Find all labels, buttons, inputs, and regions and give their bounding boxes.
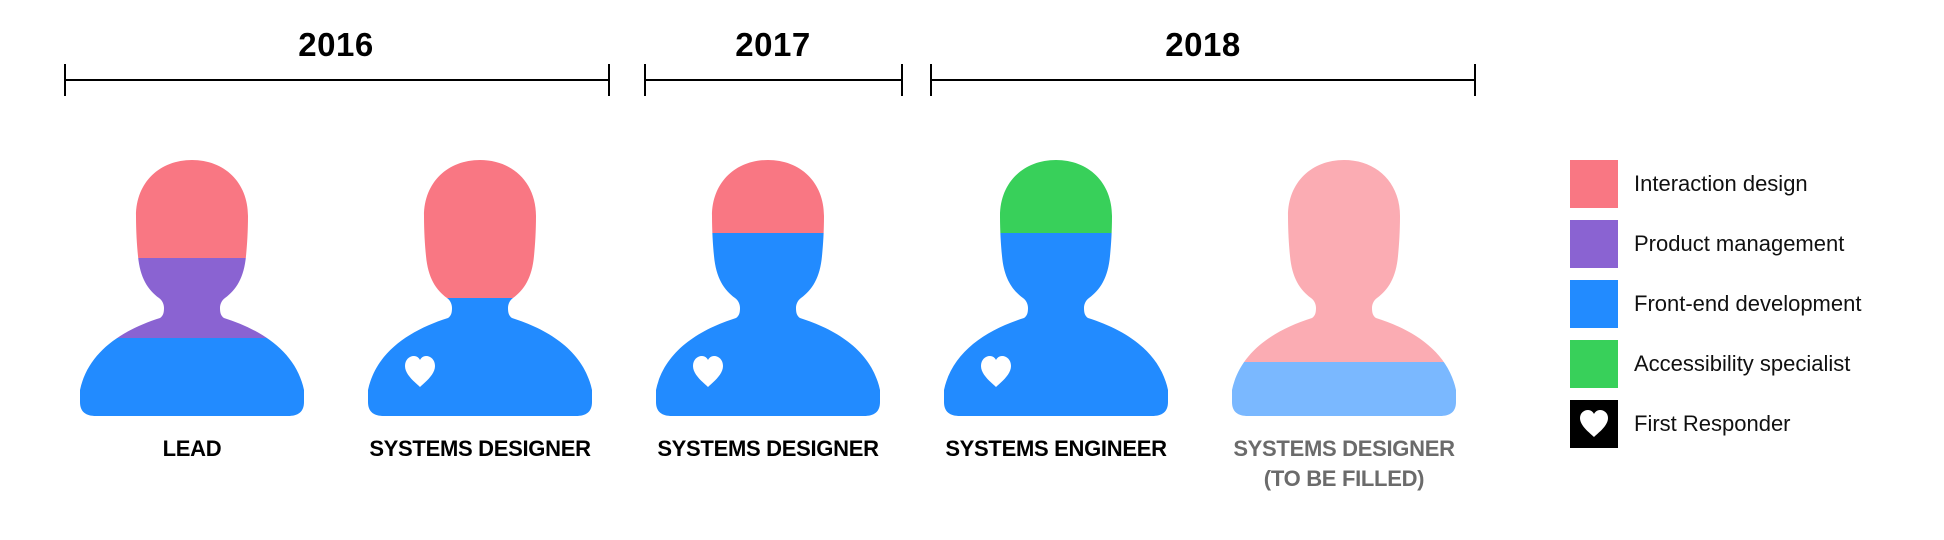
legend-swatch <box>1570 160 1618 208</box>
role-title: LEAD <box>162 436 222 461</box>
legend-item-front-end-development: Front-end development <box>1570 280 1861 328</box>
legend-label: First Responder <box>1634 411 1791 436</box>
legend-item-interaction-design: Interaction design <box>1570 160 1861 208</box>
role-label-systems-designer-2016: SYSTEMS DESIGNER <box>320 434 640 464</box>
legend-label: Accessibility specialist <box>1634 351 1851 376</box>
legend-swatch <box>1570 400 1618 448</box>
year-label-2017: 2017 <box>735 26 811 63</box>
team-member-systems-designer-2016 <box>360 150 600 420</box>
legend-swatch <box>1570 340 1618 388</box>
team-member-systems-designer-2017 <box>648 150 888 420</box>
role-label-systems-designer-open: SYSTEMS DESIGNER (TO BE FILLED) <box>1184 434 1504 494</box>
skill-band-accessibility-specialist <box>944 160 1168 233</box>
bracket-line <box>64 79 610 81</box>
skill-band-front-end-development <box>368 298 592 416</box>
heart-icon <box>1580 410 1608 437</box>
skill-band-front-end-development <box>656 233 880 416</box>
team-member-systems-engineer-2018 <box>936 150 1176 420</box>
bracket-line <box>930 79 1476 81</box>
legend-label: Front-end development <box>1634 291 1862 316</box>
role-title: SYSTEMS DESIGNER <box>1233 436 1455 461</box>
skill-band-interaction-design <box>1232 160 1456 362</box>
role-title: SYSTEMS ENGINEER <box>945 436 1167 461</box>
legend-swatch <box>1570 280 1618 328</box>
legend-label: Product management <box>1634 231 1845 256</box>
year-bracket-2016 <box>64 64 610 96</box>
bracket-tick <box>901 64 903 96</box>
legend-item-product-management: Product management <box>1570 220 1861 268</box>
year-bracket-2017 <box>644 64 903 96</box>
legend: Interaction design Product management Fr… <box>1570 160 1861 460</box>
bracket-line <box>644 79 903 81</box>
bracket-tick <box>1474 64 1476 96</box>
year-bracket-2018 <box>930 64 1476 96</box>
person-silhouette <box>944 160 1168 416</box>
skill-band-product-management <box>80 258 304 338</box>
skill-band-front-end-development <box>944 233 1168 416</box>
person-silhouette <box>368 160 592 416</box>
year-label-2016: 2016 <box>298 26 374 63</box>
team-timeline-diagram: 2016 2017 2018 LEAD SYSTEMS DESIGNER SYS… <box>0 0 1944 540</box>
skill-band-front-end-development <box>1232 362 1456 416</box>
role-label-systems-engineer: SYSTEMS ENGINEER <box>896 434 1216 464</box>
person-silhouette <box>1232 160 1456 416</box>
team-member-lead <box>72 150 312 420</box>
bracket-tick <box>608 64 610 96</box>
role-status-note: (TO BE FILLED) <box>1263 466 1425 491</box>
person-silhouette <box>656 160 880 416</box>
skill-band-interaction-design <box>80 160 304 258</box>
skill-band-interaction-design <box>368 160 592 298</box>
person-silhouette <box>80 160 304 416</box>
role-title: SYSTEMS DESIGNER <box>657 436 879 461</box>
legend-item-first-responder: First Responder <box>1570 400 1861 448</box>
skill-band-front-end-development <box>80 338 304 416</box>
role-title: SYSTEMS DESIGNER <box>369 436 591 461</box>
role-label-lead: LEAD <box>32 434 352 464</box>
legend-item-accessibility-specialist: Accessibility specialist <box>1570 340 1861 388</box>
legend-label: Interaction design <box>1634 171 1808 196</box>
legend-swatch <box>1570 220 1618 268</box>
role-label-systems-designer-2017: SYSTEMS DESIGNER <box>608 434 928 464</box>
year-label-2018: 2018 <box>1165 26 1241 63</box>
skill-band-interaction-design <box>656 160 880 233</box>
team-member-systems-designer-open <box>1224 150 1464 420</box>
